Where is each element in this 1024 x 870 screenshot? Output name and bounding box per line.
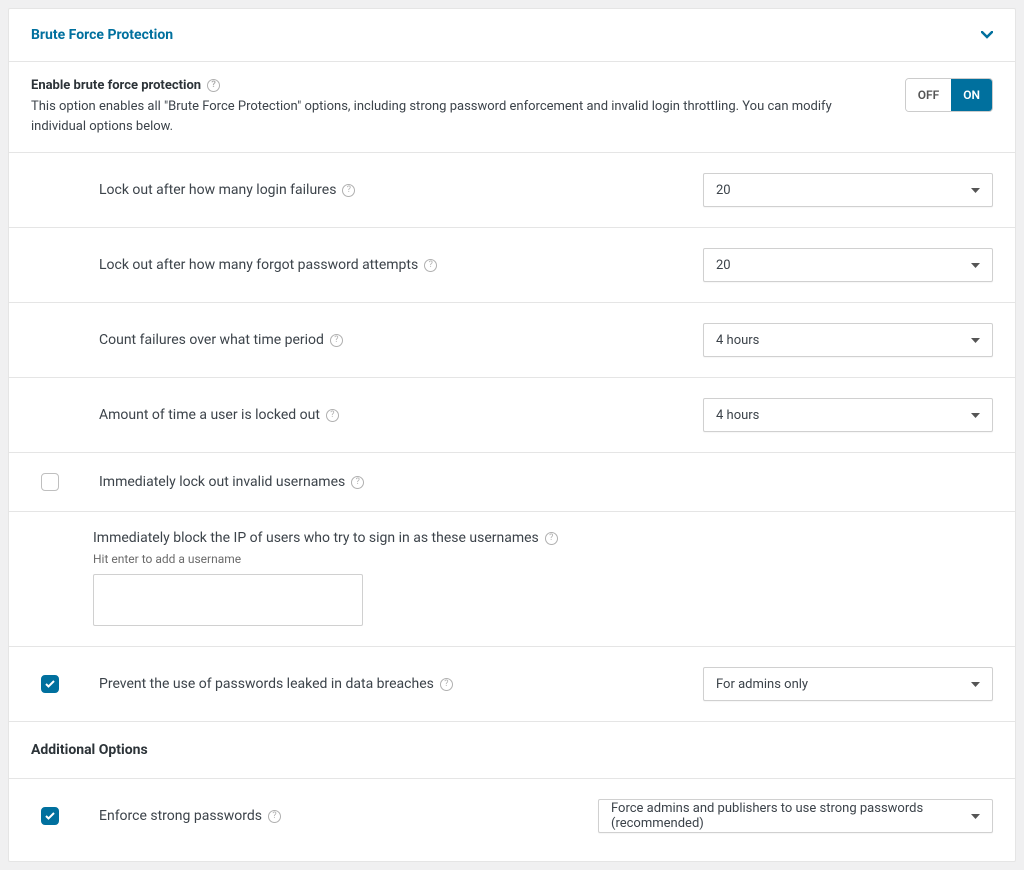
strong-passwords-checkbox[interactable]	[41, 807, 59, 825]
additional-options-label: Additional Options	[9, 722, 1015, 779]
count-period-select[interactable]: 4 hours	[703, 323, 993, 357]
enable-desc: This option enables all "Brute Force Pro…	[31, 97, 885, 136]
toggle-on[interactable]: ON	[951, 79, 992, 111]
chevron-down-icon	[971, 258, 980, 273]
lockout-duration-select[interactable]: 4 hours	[703, 398, 993, 432]
usernames-input[interactable]	[93, 574, 363, 626]
help-icon[interactable]: ?	[330, 334, 343, 347]
leaked-passwords-row: Prevent the use of passwords leaked in d…	[9, 647, 1015, 722]
leaked-passwords-label: Prevent the use of passwords leaked in d…	[99, 676, 434, 692]
help-icon[interactable]: ?	[207, 79, 220, 92]
help-icon[interactable]: ?	[351, 476, 364, 489]
help-icon[interactable]: ?	[326, 409, 339, 422]
chevron-down-icon	[971, 183, 980, 198]
help-icon[interactable]: ?	[342, 184, 355, 197]
invalid-usernames-label: Immediately lock out invalid usernames	[99, 474, 345, 490]
block-ip-hint: Hit enter to add a username	[93, 552, 993, 566]
leaked-passwords-checkbox[interactable]	[41, 675, 59, 693]
login-failures-label: Lock out after how many login failures	[99, 182, 336, 198]
select-value: 4 hours	[716, 408, 759, 423]
strong-passwords-select[interactable]: Force admins and publishers to use stron…	[598, 799, 993, 833]
help-icon[interactable]: ?	[440, 678, 453, 691]
enable-toggle[interactable]: OFF ON	[905, 78, 993, 112]
enable-row: Enable brute force protection ? This opt…	[9, 62, 1015, 153]
chevron-down-icon	[971, 333, 980, 348]
select-value: 4 hours	[716, 333, 759, 348]
enable-label: Enable brute force protection	[31, 78, 201, 93]
chevron-down-icon	[971, 677, 980, 692]
help-icon[interactable]: ?	[268, 810, 281, 823]
panel-header: Brute Force Protection	[9, 9, 1015, 62]
lockout-duration-label: Amount of time a user is locked out	[99, 407, 320, 423]
invalid-usernames-checkbox[interactable]	[41, 473, 59, 491]
invalid-usernames-row: Immediately lock out invalid usernames ?	[9, 453, 1015, 512]
help-icon[interactable]: ?	[545, 532, 558, 545]
select-value: For admins only	[716, 677, 808, 692]
forgot-password-row: Lock out after how many forgot password …	[9, 228, 1015, 303]
login-failures-select[interactable]: 20	[703, 173, 993, 207]
select-value: 20	[716, 183, 731, 198]
chevron-down-icon	[971, 408, 980, 423]
chevron-down-icon	[971, 809, 980, 824]
panel-title: Brute Force Protection	[31, 27, 173, 43]
count-period-label: Count failures over what time period	[99, 332, 324, 348]
select-value: 20	[716, 258, 731, 273]
brute-force-panel: Brute Force Protection Enable brute forc…	[8, 8, 1016, 862]
strong-passwords-label: Enforce strong passwords	[99, 808, 262, 824]
forgot-password-label: Lock out after how many forgot password …	[99, 257, 418, 273]
strong-passwords-row: Enforce strong passwords ? Force admins …	[9, 779, 1015, 861]
count-period-row: Count failures over what time period ? 4…	[9, 303, 1015, 378]
leaked-passwords-select[interactable]: For admins only	[703, 667, 993, 701]
toggle-off[interactable]: OFF	[906, 79, 951, 111]
login-failures-row: Lock out after how many login failures ?…	[9, 153, 1015, 228]
block-ip-label: Immediately block the IP of users who tr…	[93, 530, 539, 546]
block-ip-row: Immediately block the IP of users who tr…	[9, 512, 1015, 647]
select-value: Force admins and publishers to use stron…	[611, 801, 971, 831]
forgot-password-select[interactable]: 20	[703, 248, 993, 282]
collapse-icon[interactable]	[981, 31, 993, 39]
help-icon[interactable]: ?	[424, 259, 437, 272]
lockout-duration-row: Amount of time a user is locked out ? 4 …	[9, 378, 1015, 453]
